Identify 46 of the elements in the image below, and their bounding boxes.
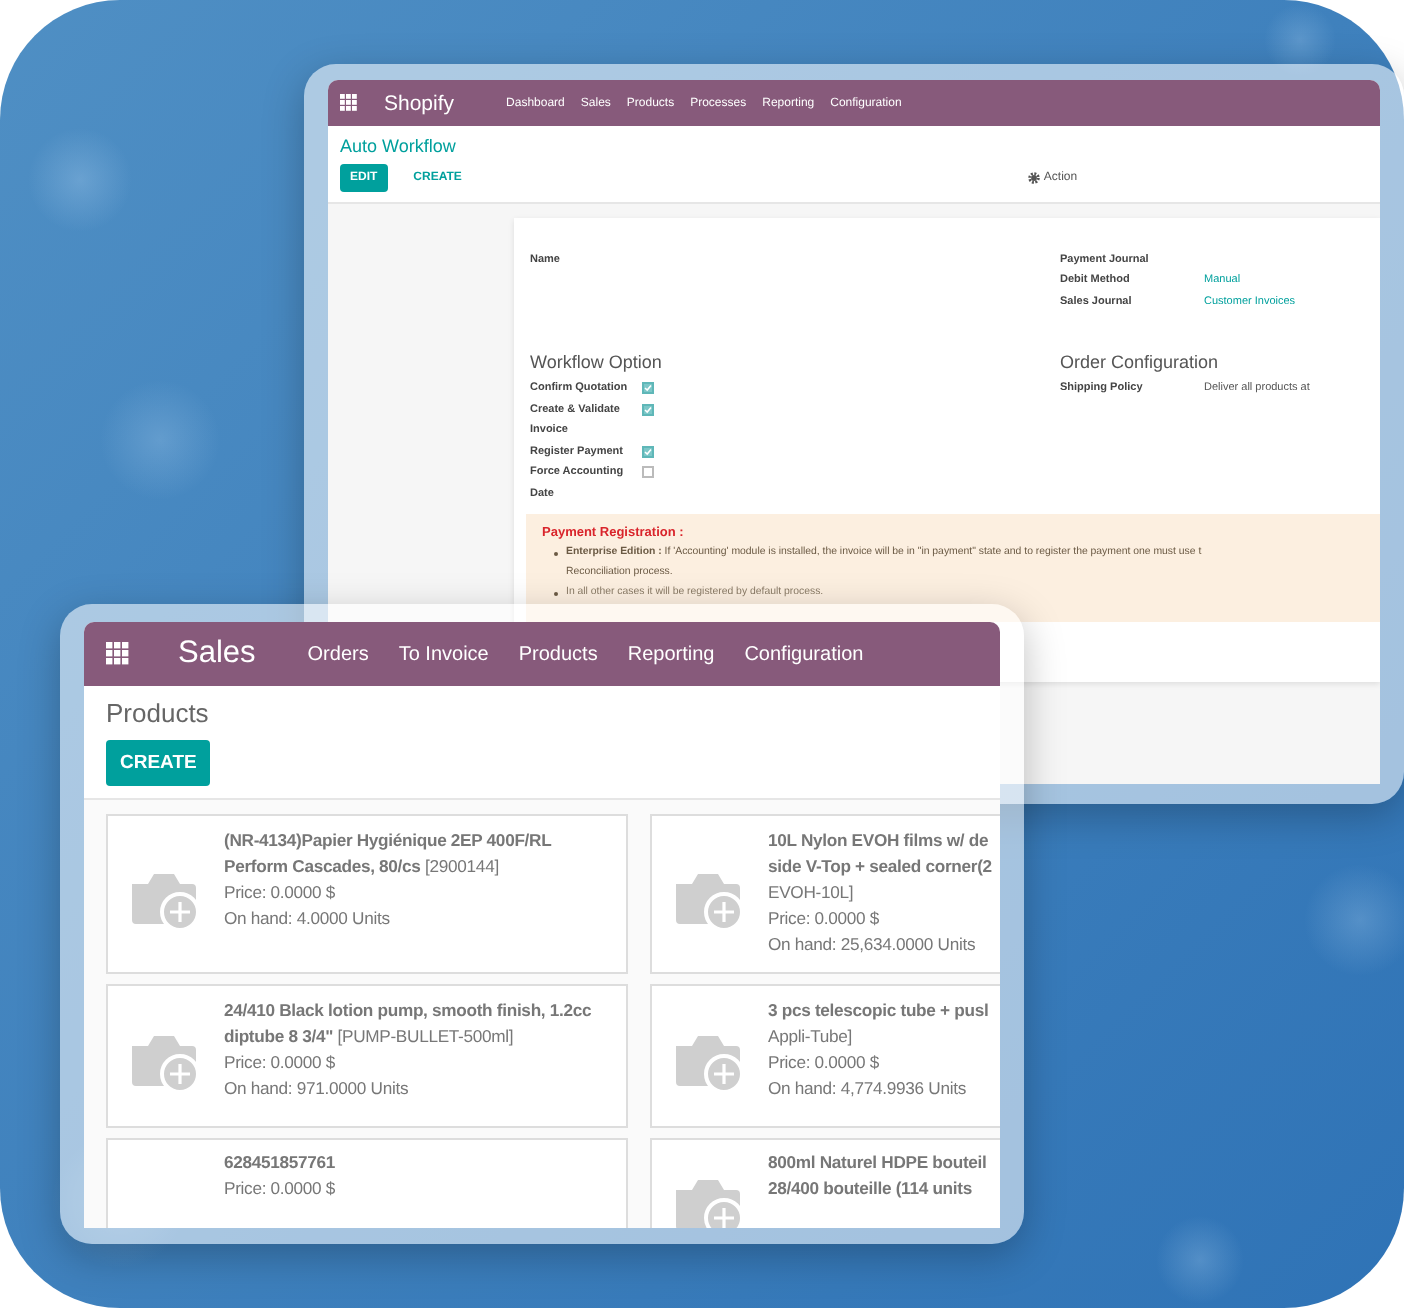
- product-name: Appli-Tube]: [768, 1024, 854, 1050]
- nav-menu-item[interactable]: Reporting: [627, 643, 715, 665]
- page-title: Products: [106, 698, 211, 728]
- checkbox[interactable]: [642, 382, 654, 395]
- product-card[interactable]: 800ml Naturel HDPE bouteil 28/400 bouteille (114 units: [650, 1138, 1000, 1228]
- page-title: Auto Workflow: [338, 134, 458, 156]
- product-card[interactable]: 628451857761 Price: 0.0000 $: [106, 1138, 628, 1228]
- checkbox[interactable]: [642, 445, 654, 458]
- product-name: 10L Nylon EVOH films w/ de: [768, 828, 991, 854]
- product-name: EVOH-10L]: [768, 880, 856, 906]
- product-name: diptube 8 3/4" [PUMP-BULLET-500ml]: [224, 1024, 516, 1050]
- product-price: Price: 0.0000 $: [224, 1176, 336, 1202]
- stock-quantity: On hand: 4.0000 Units: [224, 906, 392, 932]
- product-card[interactable]: 24/410 Black lotion pump, smooth finish, 1.2cc diptube 8 3/4" [PUMP-BULLET-500ml] Price: 0.0000 $ On hand: 971.0000 Units: [106, 984, 628, 1128]
- product-name: 28/400 bouteille (114 units: [768, 1176, 974, 1202]
- app-name: Shopify: [384, 91, 455, 115]
- product-name: side V-Top + sealed corner(2: [768, 854, 992, 880]
- product-card[interactable]: (NR-4134)Papier Hygiénique 2EP 400F/RL Perform Cascades, 80/cs [2900144] Price: 0.0000 $ On hand: 4.0000 Units: [106, 814, 628, 974]
- create-button[interactable]: CREATE: [106, 740, 211, 786]
- product-name: (NR-4134)Papier Hygiénique 2EP 400F/RL: [224, 828, 552, 854]
- nav-menu-item[interactable]: To Invoice: [398, 643, 489, 665]
- product-price: Price: 0.0000 $: [224, 1050, 338, 1076]
- product-price: Price: 0.0000 $: [768, 1050, 882, 1076]
- product-card[interactable]: 3 pcs telescopic tube + pusl Appli-Tube] Price: 0.0000 $ On hand: 4,774.9936 Units: [650, 984, 1000, 1128]
- product-name: 800ml Naturel HDPE bouteil: [768, 1150, 987, 1176]
- nav-menu-item[interactable]: Configuration: [744, 643, 864, 665]
- section-heading: Order Configuration: [1060, 352, 1221, 373]
- stock-quantity: On hand: 971.0000 Units: [224, 1076, 411, 1102]
- checkbox[interactable]: [642, 466, 654, 479]
- product-name: 628451857761: [224, 1150, 336, 1176]
- checkbox[interactable]: [642, 403, 654, 416]
- nav-menu-item[interactable]: Products: [518, 643, 598, 665]
- stock-quantity: On hand: 25,634.0000 Units: [768, 932, 978, 958]
- product-name: Perform Cascades, 80/cs [2900144]: [224, 854, 501, 880]
- nav-menu-item[interactable]: Orders: [307, 643, 369, 665]
- product-name: 24/410 Black lotion pump, smooth finish, 1.2cc: [224, 998, 592, 1024]
- app-menu-icon[interactable]: [340, 94, 358, 112]
- product-name: 3 pcs telescopic tube + pusl: [768, 998, 989, 1024]
- app-menu-icon[interactable]: [106, 642, 130, 666]
- gear-icon: [1027, 172, 1040, 184]
- section-heading: Workflow Option: [530, 352, 664, 373]
- app-name: Sales: [178, 636, 256, 672]
- product-price: Price: 0.0000 $: [224, 880, 338, 906]
- product-price: Price: 0.0000 $: [768, 906, 882, 932]
- product-card[interactable]: 10L Nylon EVOH films w/ de side V-Top + sealed corner(2 EVOH-10L] Price: 0.0000 $ On hand: 25,634.0000 Units: [650, 814, 1000, 974]
- stock-quantity: On hand: 4,774.9936 Units: [768, 1076, 968, 1102]
